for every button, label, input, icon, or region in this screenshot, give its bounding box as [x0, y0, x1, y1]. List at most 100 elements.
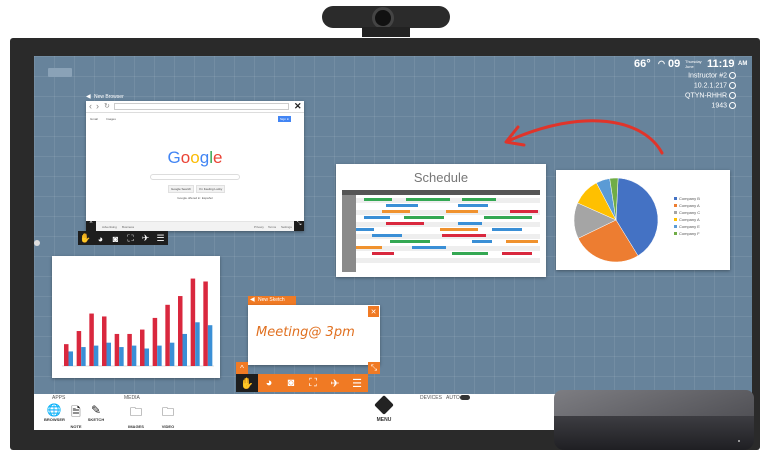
- legend-swatch: [674, 232, 677, 235]
- hand-icon[interactable]: ✋: [236, 374, 258, 392]
- legend-label: Company C: [679, 210, 701, 215]
- hand-icon[interactable]: ✋: [78, 231, 93, 246]
- logo-letter: G: [167, 148, 181, 167]
- devices-label: DEVICES: [420, 395, 442, 401]
- camera-icon[interactable]: ◙: [108, 231, 123, 246]
- widget-handle[interactable]: [48, 68, 72, 77]
- sketch-titlebar[interactable]: ◀ New Sketch: [248, 296, 296, 305]
- fullscreen-icon[interactable]: ⛶: [123, 231, 138, 246]
- signin-button[interactable]: Sign in: [278, 116, 292, 122]
- menu-logo-icon: [374, 395, 394, 415]
- resize-icon[interactable]: ⤡: [368, 362, 380, 374]
- bar: [127, 333, 132, 366]
- google-logo: Google: [86, 148, 304, 168]
- user-icon: [729, 72, 736, 79]
- speaker-icon: ◀: [86, 94, 91, 100]
- legend-item: Company A: [674, 217, 728, 224]
- footer-link[interactable]: Settings: [281, 225, 292, 229]
- list-icon[interactable]: ☰: [153, 231, 168, 246]
- close-icon[interactable]: ✕: [368, 306, 379, 317]
- instructor-label: Instructor #2: [688, 72, 727, 80]
- legend-label: Company F: [679, 231, 700, 236]
- info-ip: 10.2.1.217: [694, 82, 736, 89]
- list-icon[interactable]: ☰: [346, 374, 368, 392]
- footer-link[interactable]: Terms: [268, 225, 276, 229]
- bar: [76, 331, 82, 366]
- lucky-button[interactable]: I'm Feeling Lucky: [196, 185, 226, 193]
- reload-icon[interactable]: ↻: [104, 102, 110, 110]
- legend-swatch: [674, 204, 677, 207]
- collapse-icon[interactable]: ^: [86, 221, 96, 231]
- bar: [207, 325, 213, 366]
- bar: [190, 278, 196, 366]
- header-link-gmail[interactable]: Gmail: [90, 117, 98, 121]
- dock-media-images[interactable]: 🗀 IMAGES: [126, 403, 146, 429]
- browser-navbar: ‹ › ↻ ✕: [86, 101, 304, 113]
- search-button[interactable]: Google Search: [168, 185, 195, 193]
- fullscreen-icon[interactable]: ⛶: [302, 374, 324, 392]
- logo-letter: o: [180, 148, 191, 167]
- bezel-sensor: [34, 240, 40, 246]
- bar: [102, 316, 107, 366]
- sketch-icon: ✎: [90, 403, 102, 417]
- pie-chart-window[interactable]: Company B Company A Company C Company A …: [556, 170, 730, 270]
- dock-media-label: IMAGES: [128, 424, 144, 429]
- legend-item: Company C: [674, 210, 728, 217]
- sketch-window[interactable]: Meeting@ 3pm: [248, 305, 380, 365]
- menu-button[interactable]: MENU: [370, 395, 398, 423]
- dock-app-sketch[interactable]: ✎ SKETCH: [86, 403, 106, 422]
- bar: [81, 347, 86, 366]
- bar: [144, 348, 149, 366]
- collapse-icon[interactable]: ^: [236, 362, 248, 374]
- dock-media-video[interactable]: 🗀 VIDEO: [158, 403, 178, 429]
- back-icon[interactable]: ‹: [89, 101, 92, 111]
- bar-chart-window[interactable]: [52, 256, 220, 378]
- network-icon: [729, 82, 736, 89]
- legend-label: Company B: [679, 196, 700, 201]
- legend-label: Company A: [679, 203, 700, 208]
- room-number: 1943: [711, 102, 727, 110]
- footer-link[interactable]: Advertising: [102, 225, 117, 229]
- dock-app-browser[interactable]: 🌐 BROWSER: [44, 403, 65, 422]
- header-link-images[interactable]: Images: [106, 117, 116, 121]
- webcam-mount: [362, 27, 410, 37]
- pin-icon[interactable]: ✈: [324, 374, 346, 392]
- auto-toggle[interactable]: [460, 395, 470, 400]
- room-icon: [729, 102, 736, 109]
- bar: [68, 351, 73, 366]
- desktop-screen: 66° ◠ 09 Thursday June 11:19 AM Instruct…: [34, 56, 752, 430]
- bar: [178, 296, 183, 366]
- legend-item: Company B: [674, 196, 728, 203]
- bar: [64, 344, 69, 366]
- pin-icon[interactable]: ✈: [138, 231, 153, 246]
- note-icon: 🗎: [71, 405, 81, 419]
- dock-app-note[interactable]: 🗎 NOTE: [66, 403, 86, 429]
- camera-icon[interactable]: ◙: [280, 374, 302, 392]
- close-icon[interactable]: ✕: [294, 101, 302, 112]
- menu-label: MENU: [376, 417, 392, 423]
- schedule-title: Schedule: [413, 170, 469, 185]
- forward-icon[interactable]: ›: [96, 101, 99, 111]
- info-code: QTYN-RHHR: [685, 92, 736, 99]
- search-input[interactable]: [150, 174, 240, 180]
- address-bar[interactable]: [114, 103, 289, 110]
- logo-letter: g: [199, 148, 210, 167]
- bar: [140, 329, 145, 366]
- bar: [165, 304, 170, 366]
- legend-label: Company A: [679, 217, 700, 222]
- palette-icon[interactable]: ◕: [93, 231, 108, 246]
- dock-media-label: VIDEO: [161, 424, 175, 429]
- footer-link[interactable]: Business: [122, 225, 134, 229]
- schedule-window[interactable]: Schedule: [336, 164, 546, 277]
- footer-link[interactable]: Privacy: [254, 225, 264, 229]
- date-day: 09: [668, 58, 681, 70]
- resize-icon[interactable]: ⤡: [294, 221, 304, 231]
- legend-swatch: [674, 197, 677, 200]
- logo-letter: e: [212, 148, 223, 167]
- legend-item: Company E: [674, 224, 728, 231]
- mini-computer-led: [738, 440, 740, 442]
- sketch-toolbar: ✋ ◕ ◙ ⛶ ✈ ☰: [236, 374, 368, 392]
- legend-label: Company E: [679, 224, 700, 229]
- logo-letter: o: [190, 148, 200, 167]
- palette-icon[interactable]: ◕: [258, 374, 280, 392]
